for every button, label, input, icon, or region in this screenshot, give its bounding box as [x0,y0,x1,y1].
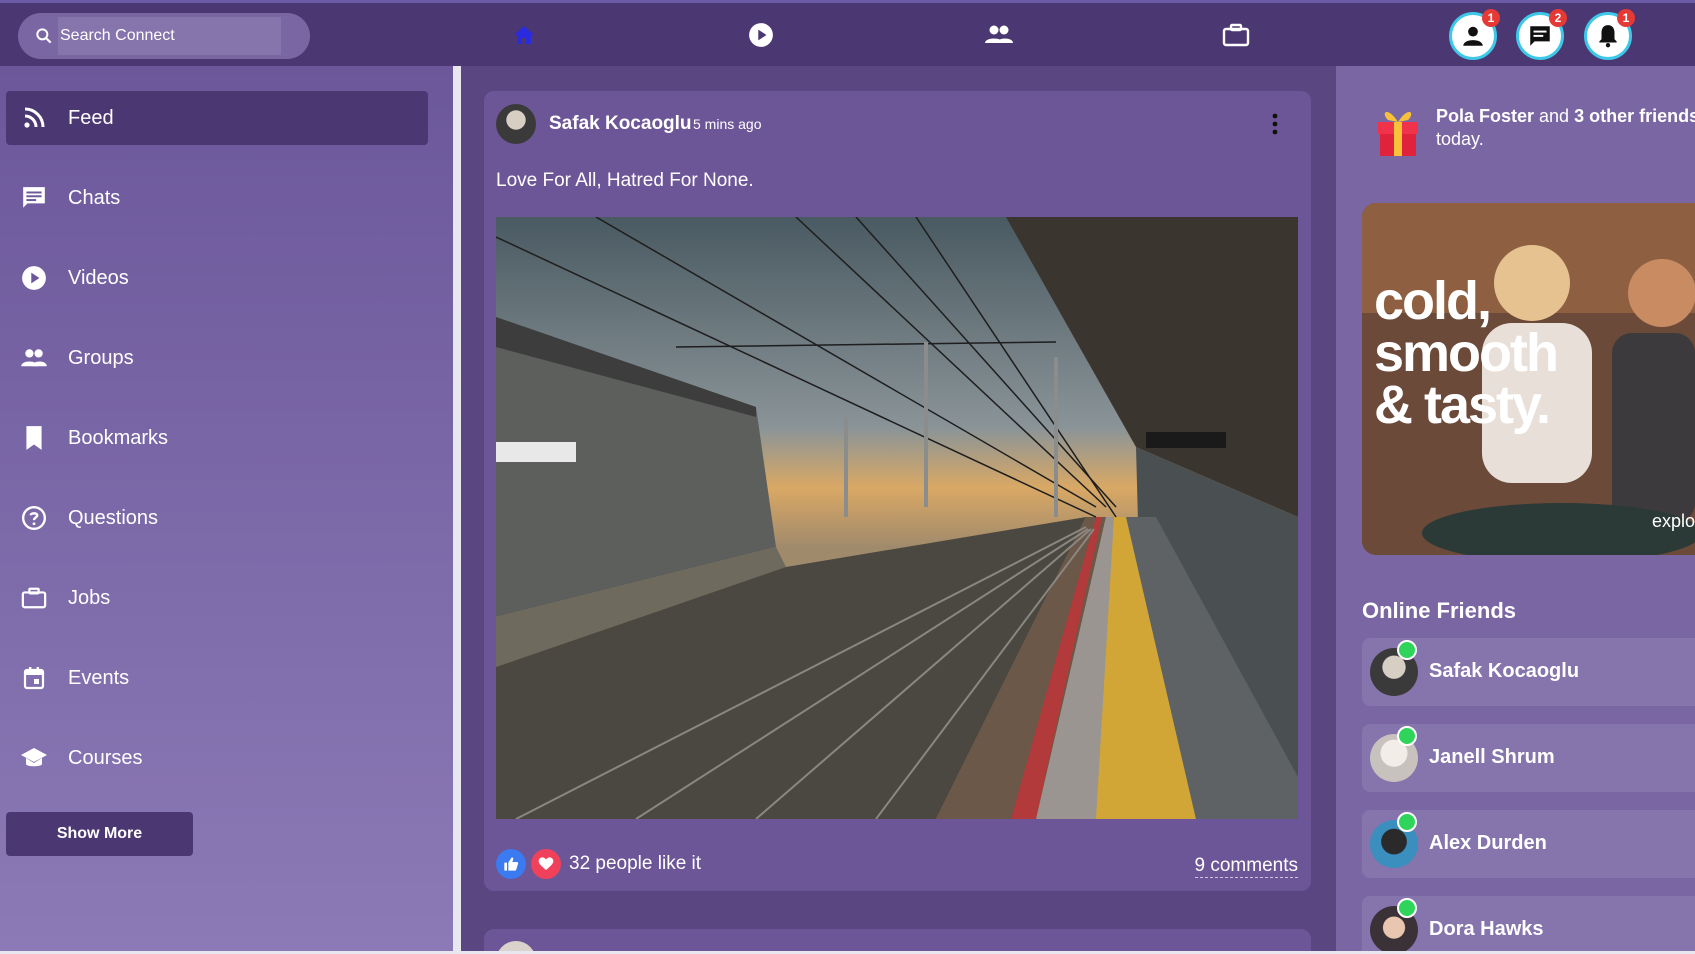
messages-button[interactable]: 2 [1516,9,1567,60]
post-author-avatar[interactable] [496,104,536,144]
post-timestamp: 5 mins ago [693,116,762,132]
person-icon [1463,26,1483,46]
friend-name: Dora Hawks [1429,918,1544,940]
sidebar-item-groups[interactable]: Groups [6,331,428,385]
ad-line-3: & tasty. [1374,375,1551,435]
more-options-icon[interactable] [1270,111,1280,137]
play-circle-icon [20,264,48,292]
friend-name: Safak Kocaoglu [1429,660,1580,682]
online-friend-item[interactable]: Janell Shrum [1362,724,1695,792]
notifications-badge: 1 [1617,9,1635,27]
sidebar-item-bookmarks[interactable]: Bookmarks [6,411,428,465]
online-friend-item[interactable]: Alex Durden [1362,810,1695,878]
birthday-friend-name[interactable]: Pola Foster [1436,106,1534,126]
birthday-connector: and [1534,106,1575,126]
ad-line-1: cold, [1374,271,1492,331]
sidebar-item-label: Feed [68,106,114,129]
heart-icon[interactable] [531,849,561,879]
search-bar[interactable] [18,13,310,59]
train-station-photo [496,217,1298,819]
online-status-dot [1397,640,1417,660]
sidebar-item-videos[interactable]: Videos [6,251,428,305]
birthday-notice: Pola Foster and 3 other friends today. [1436,105,1695,151]
friend-name: Alex Durden [1429,832,1547,854]
school-icon [20,744,48,772]
sidebar-item-label: Chats [68,186,121,209]
comments-link[interactable]: 9 comments [1194,855,1298,878]
chat-icon [20,184,48,212]
sidebar-item-label: Videos [68,266,129,289]
video-nav-icon[interactable] [746,21,776,49]
rss-icon [20,104,48,132]
post-author-name[interactable]: Safak Kocaoglu [549,113,692,135]
group-icon [20,344,48,372]
ad-headline: cold, smooth & tasty. [1374,271,1559,435]
birthday-others[interactable]: 3 other friends [1574,106,1695,126]
show-more-button[interactable]: Show More [6,812,193,856]
sidebar-item-chats[interactable]: Chats [6,171,428,225]
profile-badge: 1 [1482,9,1500,27]
ad-banner[interactable]: cold, smooth & tasty. explo [1362,203,1695,555]
calendar-icon [20,664,48,692]
notifications-button[interactable]: 1 [1584,9,1635,60]
search-input[interactable] [60,22,270,50]
bookmark-icon [20,424,48,452]
sidebar-item-label: Events [68,666,130,689]
briefcase-nav-icon[interactable] [1221,21,1251,49]
message-icon [1530,26,1550,46]
sidebar-item-label: Jobs [68,586,111,609]
sidebar-item-label: Questions [68,506,159,529]
home-icon[interactable] [509,21,539,49]
top-bar: 1 2 1 [0,0,1695,66]
online-friend-item[interactable]: Dora Hawks [1362,896,1695,954]
bell-icon [1599,25,1617,48]
ad-explore-text: explo [1652,511,1695,531]
briefcase-icon [20,584,48,612]
profile-button[interactable]: 1 [1449,9,1500,60]
like-icon[interactable] [496,849,526,879]
sidebar-item-label: Groups [68,346,134,369]
friend-name: Janell Shrum [1429,746,1555,768]
sidebar-item-events[interactable]: Events [6,651,428,705]
likes-count: 32 people like it [569,853,702,874]
groups-nav-icon[interactable] [984,21,1014,49]
messages-badge: 2 [1549,9,1567,27]
ad-line-2: smooth [1374,323,1559,383]
post-text: Love For All, Hatred For None. [496,170,754,191]
online-status-dot [1397,812,1417,832]
online-friend-item[interactable]: Safak Kocaoglu [1362,638,1695,706]
online-friends-title: Online Friends [1362,598,1517,623]
gift-icon [1378,111,1418,156]
birthday-tail: today. [1436,129,1484,149]
online-status-dot [1397,726,1417,746]
help-circle-icon [20,504,48,532]
sidebar-item-label: Courses [68,746,143,769]
search-icon [36,28,52,44]
post-card: Safak Kocaoglu 5 mins ago Love For All, … [484,91,1311,891]
sidebar-divider [453,66,461,954]
sidebar-item-questions[interactable]: Questions [6,491,428,545]
sidebar-item-courses[interactable]: Courses [6,731,428,785]
post-image[interactable] [496,217,1298,819]
online-status-dot [1397,898,1417,918]
sidebar-item-label: Bookmarks [68,426,169,449]
sidebar-item-jobs[interactable]: Jobs [6,571,428,625]
sidebar-item-feed[interactable]: Feed [6,91,428,145]
